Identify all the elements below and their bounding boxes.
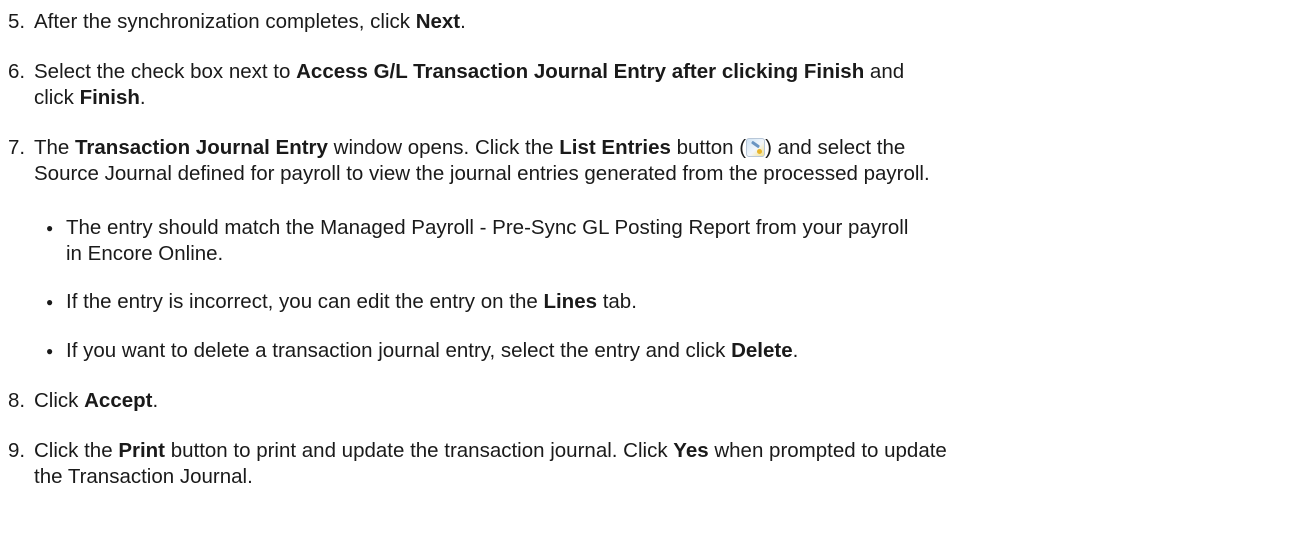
step-text: Click the Print button to print and upda… [34,439,947,488]
step-text: Click Accept. [34,389,159,412]
list-entries-label: List Entries [559,136,671,159]
accept-label: Accept [84,389,153,412]
step-number: 6. [8,60,26,83]
step-text: Select the check box next to Access G/L … [34,60,905,109]
step-5: 5. After the synchronization completes, … [8,9,1293,35]
step-6: 6. Select the check box next to Access G… [8,59,1293,111]
list-item: ● If you want to delete a transaction jo… [46,339,799,362]
yes-label: Yes [673,439,709,462]
window-name-label: Transaction Journal Entry [75,136,328,159]
step-text: The Transaction Journal Entry window ope… [34,136,930,185]
step-text: After the synchronization completes, cli… [34,10,466,33]
checkbox-option-label: Access G/L Transaction Journal Entry aft… [296,60,865,83]
bullet-dot: ● [46,344,54,358]
step-7: 7. The Transaction Journal Entry window … [8,135,1293,187]
step-9: 9. Click the Print button to print and u… [8,438,1293,490]
bullet-dot: ● [46,221,54,235]
list-item: ● The entry should match the Managed Pay… [46,216,909,265]
step-number: 5. [8,10,26,33]
next-label: Next [415,10,461,33]
finish-label: Finish [79,86,140,109]
list-item: ● If the entry is incorrect, you can edi… [46,290,637,313]
list-entries-icon [746,138,766,157]
lines-tab-label: Lines [543,290,597,313]
step-number: 8. [8,389,26,412]
document: 5. After the synchronization completes, … [0,0,1303,550]
bullet-dot: ● [46,295,54,309]
delete-label: Delete [731,339,793,362]
step-number: 9. [8,439,26,462]
step-number: 7. [8,136,26,159]
step-8: 8. Click Accept. [8,388,1293,414]
print-label: Print [118,439,166,462]
